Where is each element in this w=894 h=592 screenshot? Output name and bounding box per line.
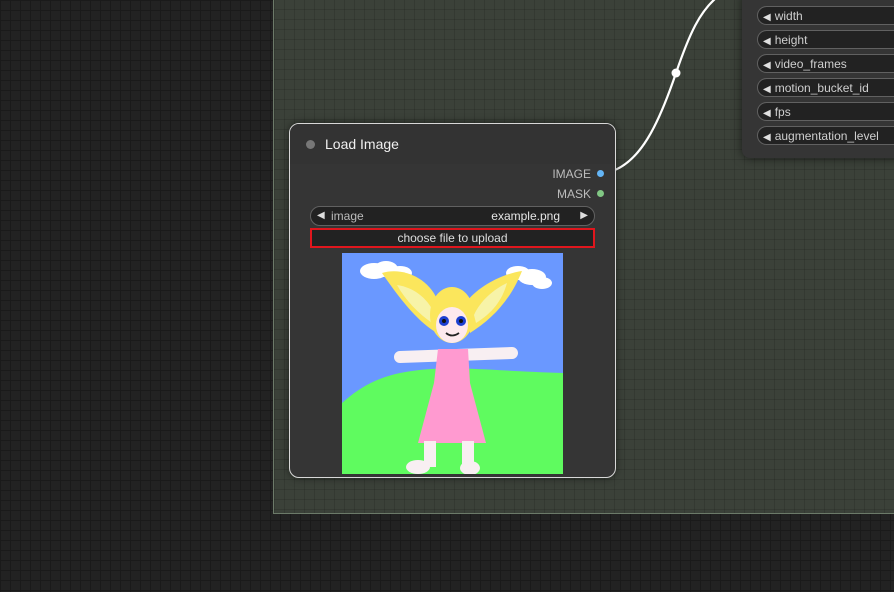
image-widget-label: image — [331, 209, 364, 223]
arrow-right-icon[interactable]: ▶ — [580, 207, 588, 225]
arrow-left-icon: ◀ — [763, 36, 771, 47]
image-preview — [342, 253, 563, 474]
widget-label: fps — [774, 105, 791, 119]
widget-height[interactable]: ◀ height — [757, 30, 894, 49]
arrow-left-icon: ◀ — [763, 60, 771, 71]
widget-width[interactable]: ◀ width — [757, 6, 894, 25]
load-image-node[interactable]: Load Image IMAGE MASK ◀ image example.pn… — [289, 123, 616, 478]
widget-label: video_frames — [774, 57, 847, 71]
output-label-image: IMAGE — [552, 167, 591, 181]
image-combo-widget[interactable]: ◀ image example.png ▶ — [310, 206, 595, 226]
output-slot-mask[interactable] — [597, 190, 604, 197]
arrow-left-icon: ◀ — [763, 84, 771, 95]
widget-augmentation-level[interactable]: ◀ augmentation_level — [757, 126, 894, 145]
output-label-mask: MASK — [556, 187, 591, 201]
arrow-left-icon[interactable]: ◀ — [317, 207, 325, 225]
widget-motion-bucket-id[interactable]: ◀ motion_bucket_id — [757, 78, 894, 97]
arrow-left-icon: ◀ — [763, 12, 771, 23]
node-header[interactable]: Load Image — [290, 124, 615, 164]
output-slot-image[interactable] — [597, 170, 604, 177]
upload-button[interactable]: choose file to upload — [310, 228, 595, 248]
widget-label: augmentation_level — [774, 129, 879, 143]
image-widget-value: example.png — [491, 209, 560, 223]
node-title: Load Image — [325, 136, 399, 152]
collapse-dot-icon[interactable] — [306, 140, 315, 149]
arrow-left-icon: ◀ — [763, 132, 771, 143]
graph-canvas[interactable]: ◀ width ◀ height ◀ video_frames ◀ motion_buc… — [0, 0, 894, 592]
drawing-image — [342, 253, 563, 474]
widget-label: motion_bucket_id — [774, 81, 869, 95]
arrow-left-icon: ◀ — [763, 108, 771, 119]
widget-label: height — [774, 33, 808, 47]
widget-fps[interactable]: ◀ fps — [757, 102, 894, 121]
widget-video-frames[interactable]: ◀ video_frames — [757, 54, 894, 73]
widget-label: width — [774, 9, 803, 23]
